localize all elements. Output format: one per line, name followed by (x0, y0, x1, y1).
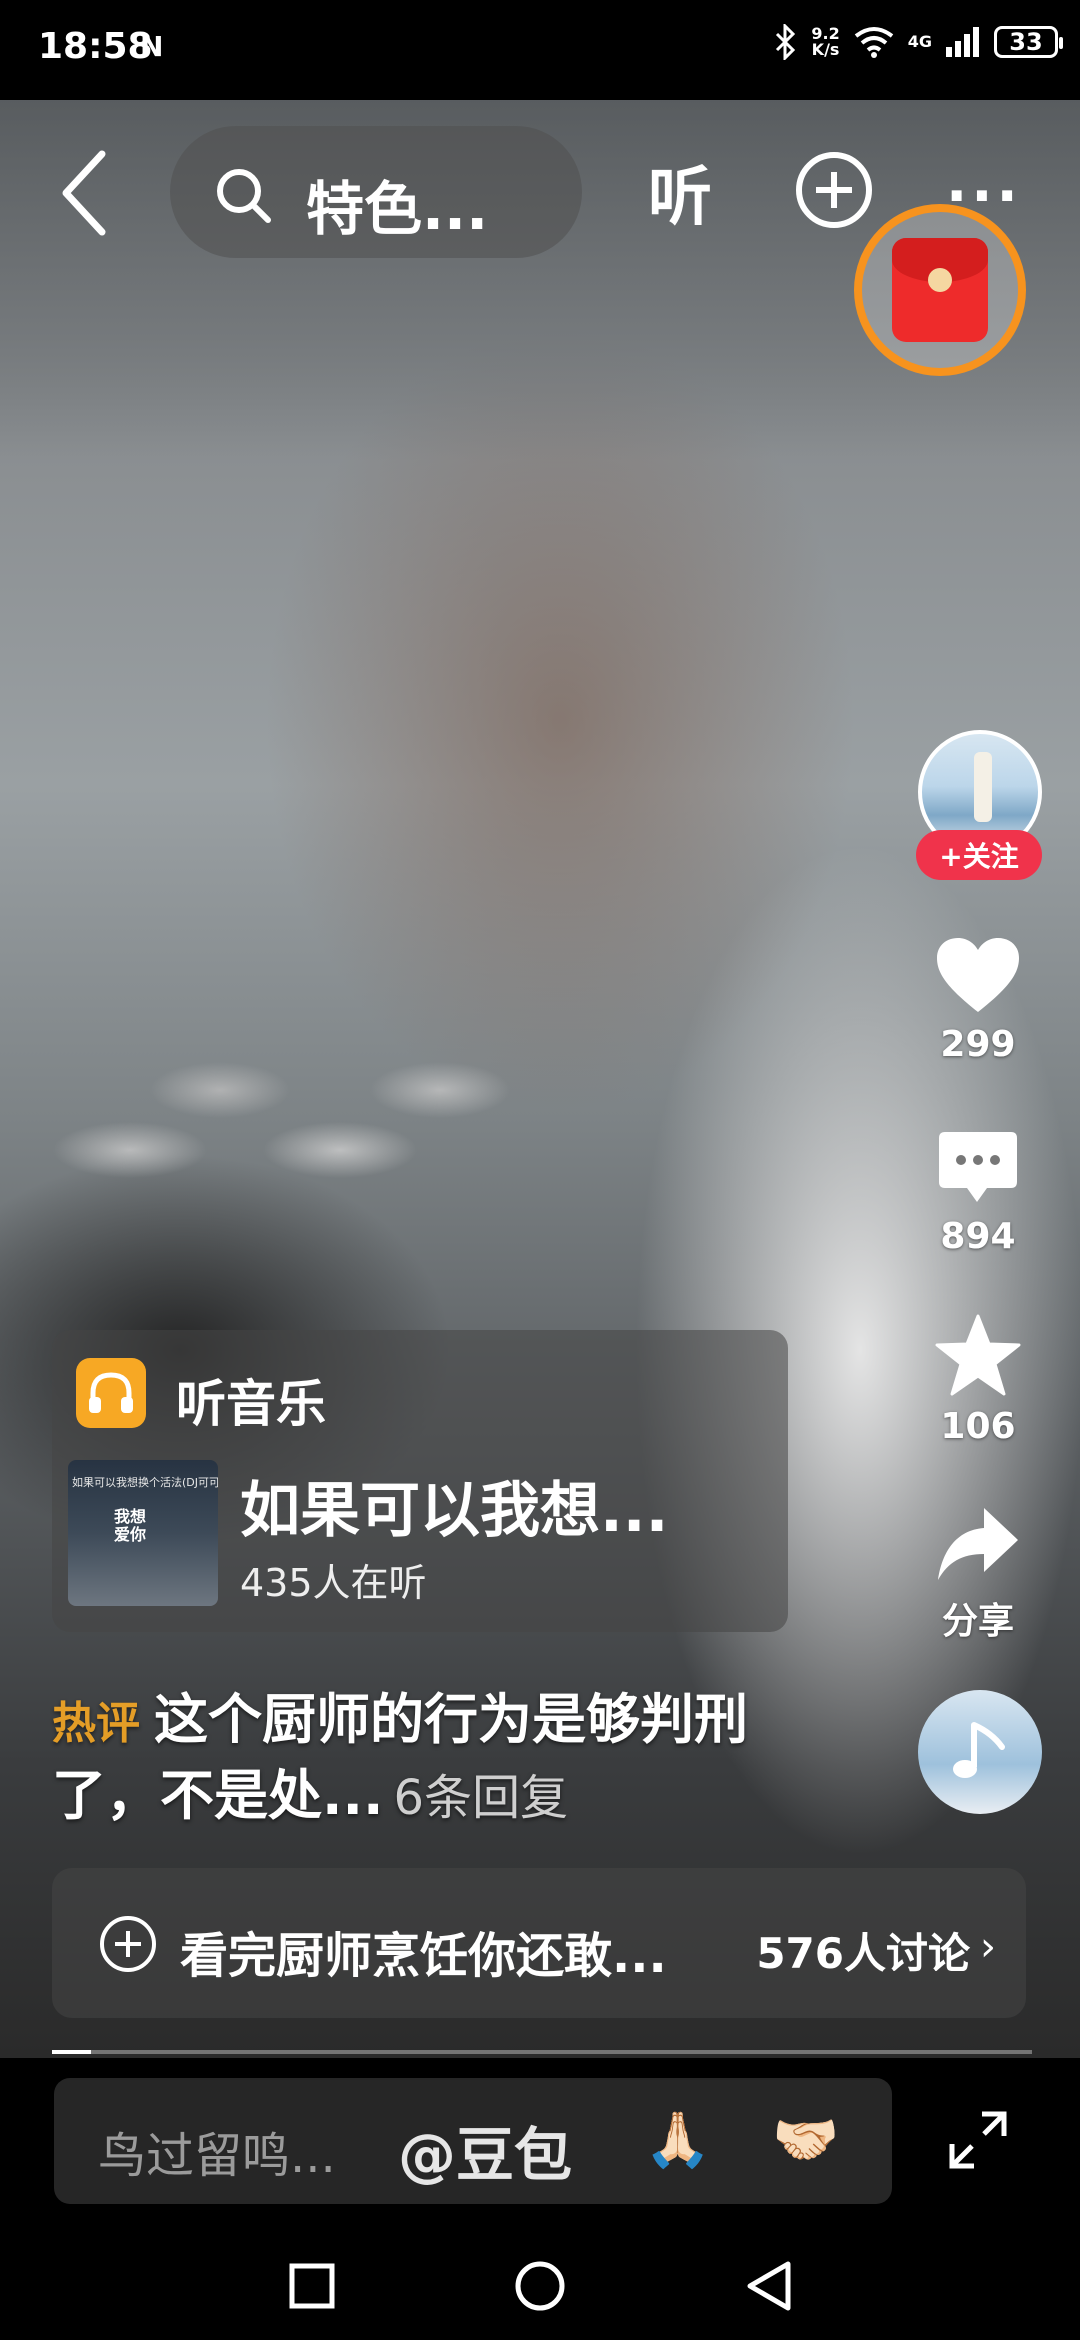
emoji-handshake-button[interactable]: 🤝🏻 (772, 2108, 839, 2172)
signal-label: 4G (907, 32, 932, 51)
status-icons: 9.2 K/s 4G 33 (775, 24, 1063, 60)
status-bar: 18:58 N 9.2 K/s 4G 33 (0, 0, 1080, 100)
system-nav-bar (0, 2228, 1080, 2340)
star-icon (935, 1314, 1021, 1396)
comment-icon (939, 1132, 1017, 1202)
emoji-pray-button[interactable]: 🙏🏻 (644, 2108, 711, 2172)
music-note-icon (953, 1722, 1005, 1778)
bluetooth-icon (776, 24, 796, 60)
like-count: 299 (940, 1024, 1016, 1065)
avatar-bottle-shape (974, 752, 992, 822)
chevron-right-icon: › (980, 1924, 996, 1970)
fullscreen-icon[interactable] (948, 2110, 1008, 2170)
video-progress-fill (52, 2050, 92, 2054)
album-art-text-center: 我想爱你 (114, 1507, 147, 1544)
hot-comment-tag: 热评 (52, 1698, 140, 1749)
comment-count: 894 (940, 1216, 1016, 1257)
recents-icon[interactable] (284, 2258, 340, 2314)
nfc-icon: N (140, 30, 164, 63)
music-card[interactable]: 听音乐 如果可以我想换个活法(DJ可可版) 我想爱你 如果可以我想... 435… (52, 1330, 788, 1632)
status-time: 18:58 (38, 26, 153, 67)
listen-button[interactable]: 听 (648, 146, 712, 238)
hot-comment[interactable]: 热评 这个厨师的行为是够判刑了，不是处... 6条回复 (52, 1684, 812, 1834)
battery-indicator: 33 (994, 26, 1063, 58)
topic-title: 看完厨师烹饪你还敢... (180, 1928, 667, 1984)
comment-placeholder: 鸟过留鸣... (98, 2128, 336, 2184)
topic-bar[interactable]: 看完厨师烹饪你还敢... 576人讨论 › (52, 1868, 1026, 2018)
battery-level: 33 (1009, 28, 1043, 56)
headphones-icon (76, 1358, 146, 1428)
topic-discussion-count: 576人讨论 (756, 1929, 970, 1978)
song-title[interactable]: 如果可以我想... (240, 1462, 668, 1549)
search-icon (217, 169, 271, 223)
heart-icon (937, 938, 1019, 1012)
search-query: 特色... (306, 175, 489, 243)
album-art-text-top: 如果可以我想换个活法(DJ可可版) (72, 1476, 218, 1489)
music-disc[interactable] (918, 1690, 1042, 1814)
reply-count[interactable]: 6条回复 (394, 1770, 569, 1826)
share-label: 分享 (941, 1601, 1014, 1642)
video-progress-bar[interactable] (52, 2050, 1032, 2054)
video-bowls-shade (0, 1030, 700, 1330)
red-packet-envelope (892, 238, 988, 342)
back-icon[interactable] (56, 148, 116, 238)
home-icon[interactable] (512, 2258, 568, 2314)
network-speed-unit: K/s (811, 40, 840, 59)
favorite-count: 106 (940, 1406, 1016, 1447)
like-action[interactable]: 299 (908, 936, 1048, 1065)
music-app-label: 听音乐 (176, 1375, 326, 1433)
comment-action[interactable]: 894 (908, 1130, 1048, 1257)
add-icon[interactable] (794, 150, 874, 230)
wifi-icon (854, 27, 893, 58)
share-icon (938, 1508, 1018, 1580)
search-pill[interactable]: 特色... (170, 126, 582, 258)
red-packet-icon[interactable] (854, 204, 1026, 376)
follow-button[interactable]: +关注 (916, 830, 1042, 880)
share-action[interactable]: 分享 (908, 1506, 1048, 1644)
favorite-action[interactable]: 106 (908, 1314, 1048, 1447)
topic-add-icon (100, 1916, 156, 1972)
back-nav-icon[interactable] (742, 2258, 798, 2314)
network-speed: 9.2 K/s (811, 26, 839, 58)
comment-input[interactable]: 鸟过留鸣... @豆包 🙏🏻 🤝🏻 (54, 2078, 892, 2204)
signal-icon (946, 27, 979, 57)
mention-button[interactable]: @豆包 (398, 2108, 572, 2192)
comment-bar: 鸟过留鸣... @豆包 🙏🏻 🤝🏻 (0, 2058, 1080, 2228)
listener-count: 435人在听 (240, 1561, 427, 1605)
album-art[interactable]: 如果可以我想换个活法(DJ可可版) 我想爱你 (68, 1460, 218, 1606)
